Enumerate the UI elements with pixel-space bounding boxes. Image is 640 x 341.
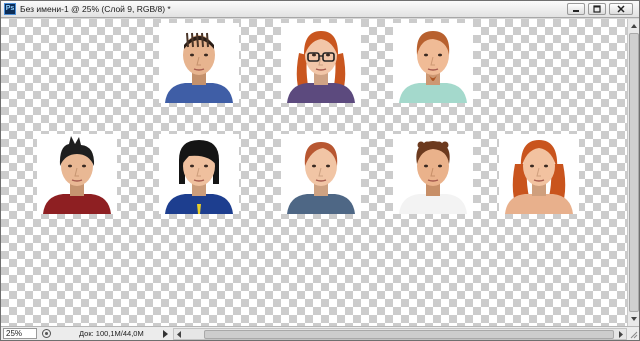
status-menu-arrow-icon[interactable] xyxy=(161,329,169,339)
document-window: Ps Без имени-1 @ 25% (Слой 9, RGB/8) * 2… xyxy=(0,0,640,341)
vertical-scroll-thumb[interactable] xyxy=(629,33,639,312)
portrait-man-white-shirt xyxy=(393,134,473,214)
title-bar[interactable]: Ps Без имени-1 @ 25% (Слой 9, RGB/8) * xyxy=(1,1,639,18)
portrait-man-blue-suit xyxy=(159,134,239,214)
minimize-icon xyxy=(573,10,579,12)
close-icon xyxy=(617,5,625,13)
vertical-scrollbar[interactable] xyxy=(627,19,639,326)
photoshop-app-icon: Ps xyxy=(4,3,16,15)
portrait-woman-blue-top xyxy=(281,134,361,214)
portrait-woman-glasses xyxy=(281,23,361,103)
horizontal-scrollbar[interactable] xyxy=(173,328,627,340)
minimize-button[interactable] xyxy=(567,3,585,15)
maximize-button[interactable] xyxy=(588,3,606,15)
scroll-up-arrow-icon[interactable] xyxy=(629,21,639,31)
portrait-man-braids xyxy=(159,23,239,103)
scroll-down-arrow-icon[interactable] xyxy=(629,314,639,324)
scroll-left-arrow-icon[interactable] xyxy=(175,330,184,339)
horizontal-scroll-thumb[interactable] xyxy=(204,330,614,339)
transparent-canvas[interactable] xyxy=(1,19,627,326)
portrait-boy-red-sweater xyxy=(37,134,117,214)
portrait-man-goatee xyxy=(393,23,473,103)
scroll-right-arrow-icon[interactable] xyxy=(616,330,625,339)
close-button[interactable] xyxy=(609,3,633,15)
maximize-icon xyxy=(593,5,601,13)
document-size-info: Док: 100,1M/44,0M xyxy=(79,329,144,338)
document-info-icon[interactable] xyxy=(41,328,52,339)
portrait-woman-wavy-hair xyxy=(499,134,579,214)
zoom-level-field[interactable]: 25% xyxy=(3,328,37,339)
resize-grip-icon[interactable] xyxy=(628,328,638,340)
document-title: Без имени-1 @ 25% (Слой 9, RGB/8) * xyxy=(20,4,171,14)
status-bar: 25% Док: 100,1M/44,0M xyxy=(1,326,639,340)
